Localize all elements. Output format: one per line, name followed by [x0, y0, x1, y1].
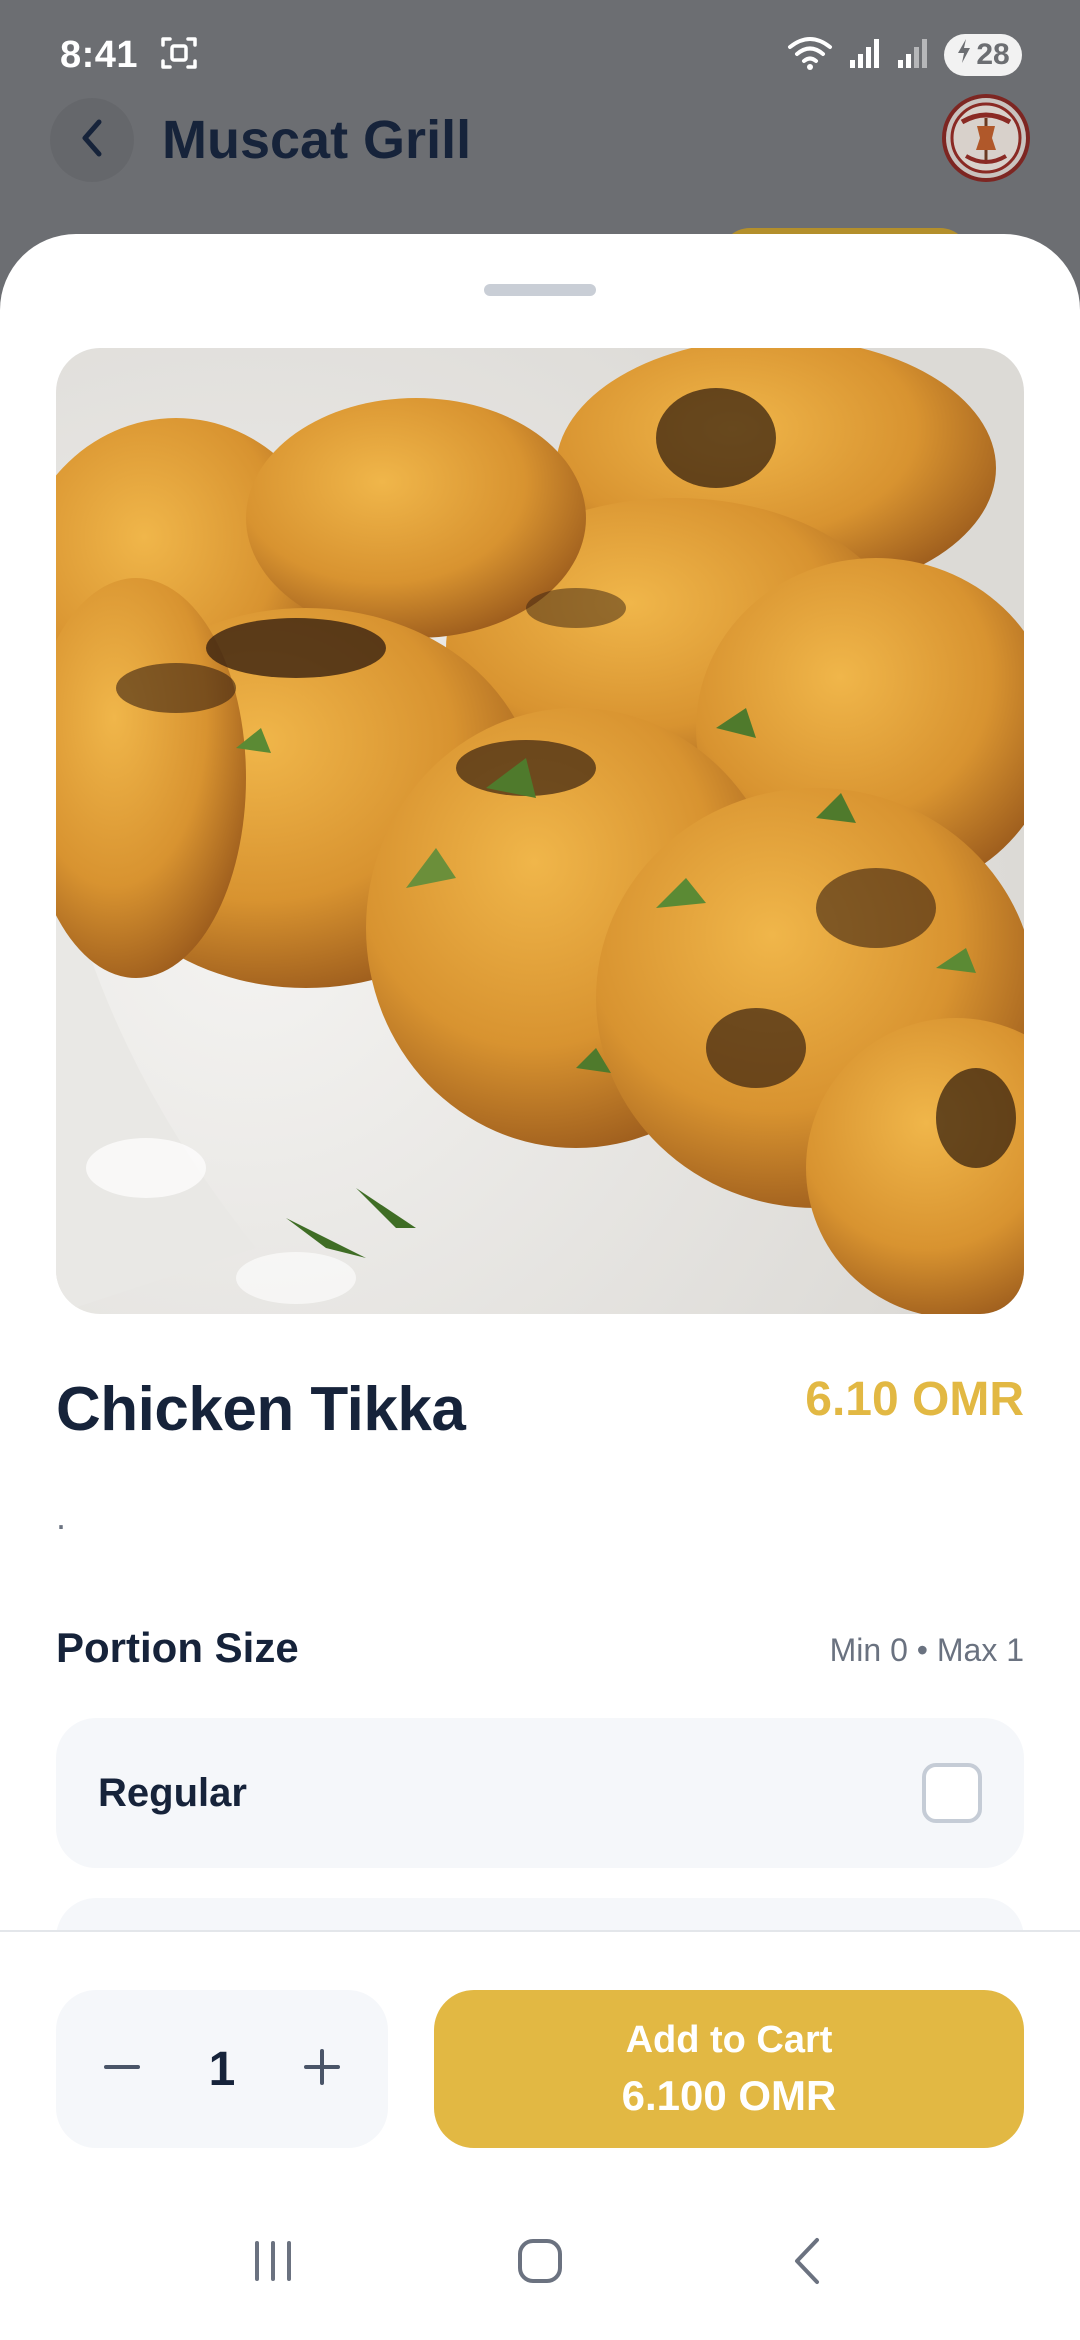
- decrease-button[interactable]: [100, 2047, 144, 2091]
- system-back-button[interactable]: [762, 2218, 852, 2308]
- home-button[interactable]: [495, 2218, 585, 2308]
- option-label: Regular: [98, 1770, 247, 1815]
- item-description: .: [56, 1496, 67, 1537]
- app-header: Muscat Grill: [0, 94, 1080, 182]
- signal-bars-icon: [848, 36, 882, 75]
- add-to-cart-price: 6.100 OMR: [621, 2071, 837, 2119]
- item-title: Chicken Tikka: [56, 1375, 466, 1444]
- signal-bars-icon: [896, 36, 930, 75]
- status-bar: 8:41 28: [0, 0, 1080, 110]
- portion-section-title: Portion Size: [56, 1624, 299, 1671]
- add-to-cart-label: Add to Cart: [625, 2018, 833, 2061]
- plus-icon: [302, 2047, 342, 2092]
- sheet-drag-handle[interactable]: [484, 284, 596, 296]
- status-time: 8:41: [60, 33, 139, 76]
- option-checkbox[interactable]: [922, 1763, 982, 1823]
- battery-indicator: 28: [944, 34, 1022, 76]
- portion-min-max: Min 0 • Max 1: [829, 1632, 1024, 1668]
- quantity-value: 1: [208, 2042, 236, 2096]
- status-right: 28: [786, 34, 1022, 76]
- scan-frame-icon: [160, 35, 198, 76]
- item-image: [56, 348, 1024, 1314]
- portion-option-regular[interactable]: Regular: [56, 1718, 1024, 1868]
- system-nav-bar: [0, 2186, 1080, 2340]
- status-left: 8:41: [60, 34, 198, 77]
- battery-level: 28: [976, 38, 1010, 71]
- quantity-stepper: 1: [56, 1990, 388, 2148]
- back-icon: [787, 2236, 827, 2291]
- recents-icon: [249, 2239, 297, 2288]
- battery-charging-icon: [956, 38, 972, 72]
- wifi-icon: [786, 35, 834, 76]
- increase-button[interactable]: [300, 2047, 344, 2091]
- add-to-cart-button[interactable]: Add to Cart 6.100 OMR: [434, 1990, 1024, 2148]
- home-icon: [515, 2236, 565, 2291]
- restaurant-logo[interactable]: [942, 94, 1030, 182]
- item-price: 6.10 OMR: [805, 1373, 1024, 1426]
- recents-button[interactable]: [228, 2218, 318, 2308]
- minus-icon: [102, 2047, 142, 2092]
- restaurant-title: Muscat Grill: [162, 110, 472, 170]
- cart-footer: 1 Add to Cart 6.100 OMR: [0, 1930, 1080, 2186]
- chevron-left-icon: [77, 118, 107, 163]
- back-button[interactable]: [50, 98, 134, 182]
- screen: 8:41 28 Muscat Grill Chicken Tikka 6.10 …: [0, 0, 1080, 2340]
